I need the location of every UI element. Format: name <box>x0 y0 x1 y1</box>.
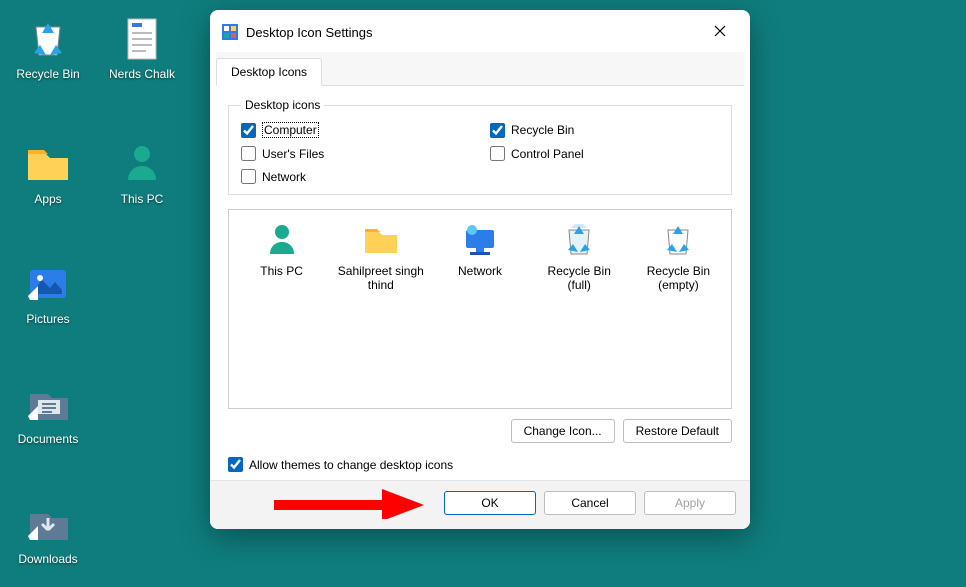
preview-network[interactable]: Network <box>435 220 524 278</box>
preview-recycle-empty[interactable]: Recycle Bin (empty) <box>634 220 723 292</box>
documents-icon <box>24 380 72 428</box>
check-label: User's Files <box>262 147 324 161</box>
change-icon-button[interactable]: Change Icon... <box>511 419 615 443</box>
dialog-title: Desktop Icon Settings <box>246 25 702 40</box>
checkbox-users-files[interactable] <box>241 146 256 161</box>
desktop-icon-label: Documents <box>18 432 79 446</box>
desktop-icon-recycle-bin[interactable]: Recycle Bin <box>8 15 88 81</box>
desktop-icon-downloads[interactable]: Downloads <box>8 500 88 566</box>
check-label: Control Panel <box>511 147 584 161</box>
preview-label: Sahilpreet singh thind <box>336 264 425 292</box>
checkbox-control-panel[interactable] <box>490 146 505 161</box>
preview-label: Recycle Bin (empty) <box>634 264 723 292</box>
pictures-icon <box>24 260 72 308</box>
this-pc-icon <box>262 220 302 260</box>
desktop-icon-nerds-chalk[interactable]: Nerds Chalk <box>102 15 182 81</box>
folder-icon <box>24 140 72 188</box>
titlebar[interactable]: Desktop Icon Settings <box>210 10 750 52</box>
checkbox-network[interactable] <box>241 169 256 184</box>
preview-recycle-full[interactable]: Recycle Bin (full) <box>535 220 624 292</box>
this-pc-icon <box>118 140 166 188</box>
control-panel-icon <box>222 24 238 40</box>
desktop-icon-label: Downloads <box>18 552 77 566</box>
desktop-icon-label: Pictures <box>26 312 69 326</box>
desktop-icon-label: Nerds Chalk <box>109 67 175 81</box>
desktop-icon-this-pc[interactable]: This PC <box>102 140 182 206</box>
checkbox-computer[interactable] <box>241 123 256 138</box>
recycle-bin-empty-icon <box>658 220 698 260</box>
preview-this-pc[interactable]: This PC <box>237 220 326 278</box>
downloads-icon <box>24 500 72 548</box>
folder-icon <box>361 220 401 260</box>
desktop-icon-apps[interactable]: Apps <box>8 140 88 206</box>
check-users-files[interactable]: User's Files <box>241 146 470 161</box>
ok-button[interactable]: OK <box>444 491 536 515</box>
close-button[interactable] <box>702 18 738 46</box>
desktop-icon-label: This PC <box>121 192 164 206</box>
check-label: Computer <box>262 122 319 138</box>
group-legend: Desktop icons <box>241 98 324 112</box>
desktop-icon-label: Recycle Bin <box>16 67 79 81</box>
check-recycle-bin[interactable]: Recycle Bin <box>490 122 719 138</box>
desktop-icon-settings-dialog: Desktop Icon Settings Desktop Icons Desk… <box>210 10 750 529</box>
checkbox-recycle-bin[interactable] <box>490 123 505 138</box>
restore-default-button[interactable]: Restore Default <box>623 419 732 443</box>
check-network[interactable]: Network <box>241 169 470 184</box>
desktop-icon-label: Apps <box>34 192 61 206</box>
tab-desktop-icons[interactable]: Desktop Icons <box>216 58 322 86</box>
dialog-footer: OK Cancel Apply <box>210 480 750 529</box>
themes-check-label: Allow themes to change desktop icons <box>249 458 453 472</box>
network-icon <box>460 220 500 260</box>
checkbox-allow-themes[interactable] <box>228 457 243 472</box>
desktop-icon-pictures[interactable]: Pictures <box>8 260 88 326</box>
check-label: Network <box>262 170 306 184</box>
desktop-icons-group: Desktop icons Computer Recycle Bin User'… <box>228 98 732 195</box>
recycle-bin-icon <box>24 15 72 63</box>
preview-label: Recycle Bin (full) <box>535 264 624 292</box>
preview-user-folder[interactable]: Sahilpreet singh thind <box>336 220 425 292</box>
apply-button: Apply <box>644 491 736 515</box>
preview-label: This PC <box>260 264 303 278</box>
close-icon <box>714 25 726 40</box>
preview-label: Network <box>458 264 502 278</box>
recycle-bin-full-icon <box>559 220 599 260</box>
annotation-arrow <box>274 489 424 519</box>
check-label: Recycle Bin <box>511 123 574 137</box>
check-control-panel[interactable]: Control Panel <box>490 146 719 161</box>
desktop-icon-documents[interactable]: Documents <box>8 380 88 446</box>
tabstrip: Desktop Icons <box>216 52 744 86</box>
icon-preview-list: This PC Sahilpreet singh thind Network R… <box>228 209 732 409</box>
themes-check-row[interactable]: Allow themes to change desktop icons <box>228 457 732 472</box>
cancel-button[interactable]: Cancel <box>544 491 636 515</box>
document-icon <box>118 15 166 63</box>
check-computer[interactable]: Computer <box>241 122 470 138</box>
